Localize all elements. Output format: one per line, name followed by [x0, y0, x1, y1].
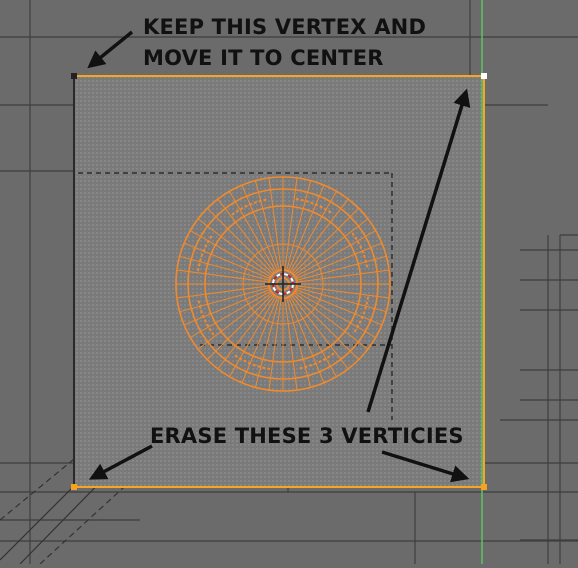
erase-vertices-annotation: ERASE THESE 3 VERTICIES	[150, 424, 464, 448]
vertex-top-left-unselected[interactable]	[71, 73, 77, 79]
viewport-canvas[interactable]	[0, 0, 578, 565]
keep-annotation-line1: KEEP THIS VERTEX AND	[143, 15, 427, 39]
keep-vertex-annotation: KEEP THIS VERTEX AND MOVE IT TO CENTER	[143, 12, 426, 74]
vertex-top-right-active[interactable]	[481, 73, 487, 79]
vertex-bottom-right-selected[interactable]	[481, 484, 487, 490]
vertex-bottom-left-selected[interactable]	[71, 484, 77, 490]
keep-annotation-line2: MOVE IT TO CENTER	[143, 46, 384, 70]
3d-viewport[interactable]: KEEP THIS VERTEX AND MOVE IT TO CENTER E…	[0, 0, 578, 565]
